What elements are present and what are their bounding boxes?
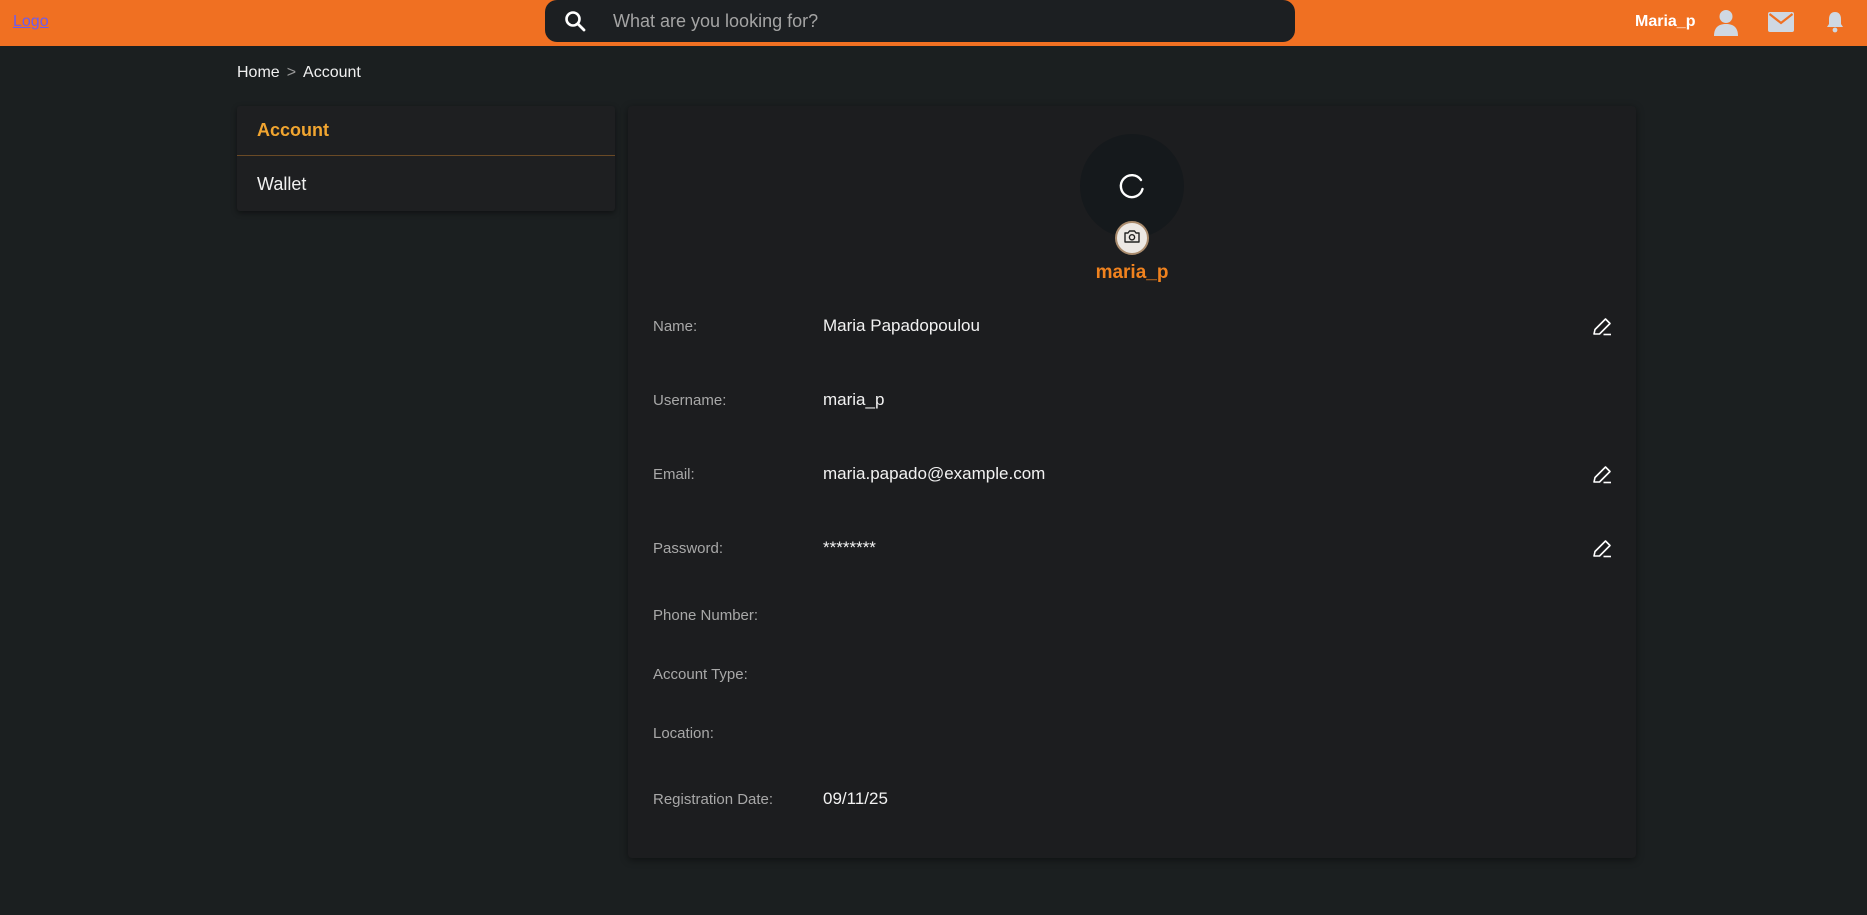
sidebar: Account Wallet — [237, 106, 615, 211]
password-label: Password: — [653, 540, 724, 557]
change-photo-button[interactable] — [1115, 221, 1149, 255]
email-value: maria.papado@example.com — [823, 464, 1046, 483]
profile-card: maria_p Name: Maria Papadopoulou Usernam… — [628, 106, 1636, 858]
registration-date-label: Registration Date: — [653, 791, 774, 808]
bell-icon[interactable] — [1826, 11, 1844, 38]
logo-link[interactable]: Logo — [13, 13, 49, 31]
breadcrumb-home[interactable]: Home — [237, 64, 280, 81]
top-bar: Logo Maria_p — [0, 0, 1867, 46]
header-username[interactable]: Maria_p — [1635, 13, 1695, 31]
name-label: Name: — [653, 318, 698, 335]
edit-email-button[interactable] — [1590, 463, 1614, 487]
mail-icon[interactable] — [1768, 12, 1794, 37]
account-type-label: Account Type: — [653, 666, 748, 683]
loading-spinner-icon — [1118, 172, 1146, 205]
breadcrumb-current: Account — [303, 64, 361, 81]
breadcrumb: Home > Account — [237, 64, 361, 82]
breadcrumb-separator: > — [286, 64, 297, 81]
profile-username: maria_p — [1095, 262, 1169, 283]
edit-password-button[interactable] — [1590, 537, 1614, 561]
search-input[interactable] — [613, 0, 1273, 42]
sidebar-item-account[interactable]: Account — [237, 106, 615, 156]
phone-label: Phone Number: — [653, 607, 759, 624]
pencil-icon — [1593, 466, 1611, 484]
user-icon[interactable] — [1713, 9, 1739, 42]
email-label: Email: — [653, 466, 695, 483]
search-icon[interactable] — [564, 10, 586, 37]
pencil-icon — [1593, 540, 1611, 558]
camera-icon — [1124, 229, 1140, 248]
username-value: maria_p — [823, 390, 885, 409]
registration-date-value: 09/11/25 — [823, 789, 888, 808]
password-value: ******** — [823, 538, 876, 557]
edit-name-button[interactable] — [1590, 315, 1614, 339]
username-label: Username: — [653, 392, 727, 409]
name-value: Maria Papadopoulou — [823, 316, 980, 335]
location-label: Location: — [653, 725, 714, 742]
search-bar — [545, 0, 1295, 42]
sidebar-item-wallet[interactable]: Wallet — [237, 156, 615, 212]
pencil-icon — [1593, 318, 1611, 336]
